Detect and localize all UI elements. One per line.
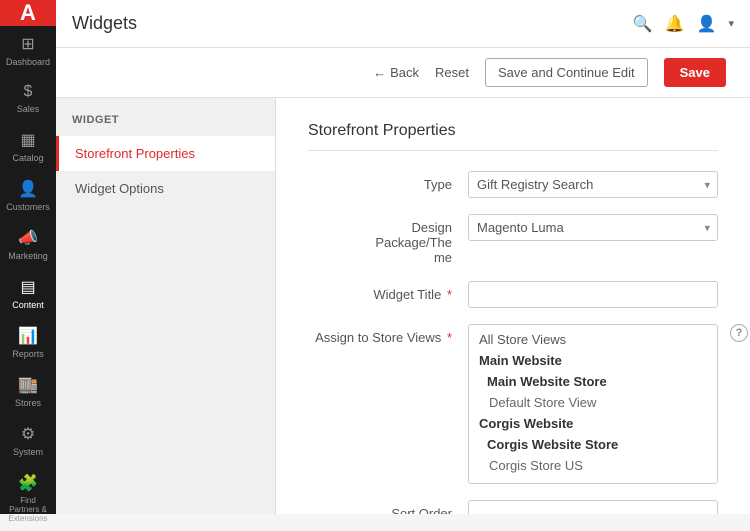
sidebar-item-extensions[interactable]: 🧩 Find Partners & Extensions — [0, 465, 56, 531]
sort-order-label: Sort Order — [308, 500, 468, 514]
marketing-icon: 📣 — [18, 228, 38, 248]
sidebar-item-dashboard[interactable]: ⊞ Dashboard — [0, 26, 56, 75]
save-continue-button[interactable]: Save and Continue Edit — [485, 58, 648, 87]
page-title: Widgets — [72, 13, 625, 34]
design-row: DesignPackage/Theme Magento Luma ▾ — [308, 214, 718, 265]
reports-icon: 📊 — [18, 326, 38, 346]
sidebar-item-label: Content — [12, 300, 44, 310]
main-area: Widgets 🔍 🔔 👤 ▾ ← Back Reset Save and Co… — [56, 0, 750, 514]
storefront-properties-title: Storefront Properties — [308, 122, 718, 151]
sidebar-item-label: Find Partners & Extensions — [4, 496, 52, 523]
sidebar-item-label: Sales — [17, 104, 40, 114]
sidebar: A ⊞ Dashboard $ Sales ▦ Catalog 👤 Custom… — [0, 0, 56, 514]
topbar-icons: 🔍 🔔 👤 ▾ — [633, 14, 734, 34]
topbar: Widgets 🔍 🔔 👤 ▾ — [56, 0, 750, 48]
content-area: WIDGET Storefront Properties Widget Opti… — [56, 98, 750, 514]
store-views-with-help: All Store Views Main Website Main Websit… — [468, 324, 748, 484]
right-panel: Storefront Properties Type Gift Registry… — [276, 98, 750, 514]
sv-main-website-store[interactable]: Main Website Store — [469, 371, 717, 392]
widget-title-label: Widget Title * — [308, 281, 468, 302]
design-select[interactable]: Magento Luma — [468, 214, 718, 241]
sidebar-item-marketing[interactable]: 📣 Marketing — [0, 220, 56, 269]
save-button[interactable]: Save — [664, 58, 726, 87]
sidebar-item-customers[interactable]: 👤 Customers — [0, 171, 56, 220]
search-icon[interactable]: 🔍 — [633, 14, 653, 34]
widget-title-control — [468, 281, 718, 308]
nav-storefront-properties[interactable]: Storefront Properties — [56, 136, 275, 171]
back-arrow-icon: ← — [373, 65, 386, 80]
sidebar-item-label: Catalog — [12, 153, 43, 163]
type-control: Gift Registry Search ▾ — [468, 171, 718, 198]
sales-icon: $ — [24, 83, 33, 101]
sv-all-store-views[interactable]: All Store Views — [469, 329, 717, 350]
assign-label: Assign to Store Views * — [308, 324, 468, 345]
store-views-control: All Store Views Main Website Main Websit… — [468, 324, 748, 484]
type-select[interactable]: Gift Registry Search — [468, 171, 718, 198]
sidebar-logo: A — [0, 0, 56, 26]
type-label: Type — [308, 171, 468, 192]
system-icon: ⚙ — [21, 424, 35, 444]
catalog-icon: ▦ — [20, 130, 35, 150]
sidebar-item-sales[interactable]: $ Sales — [0, 75, 56, 122]
widget-title-required: * — [447, 287, 452, 302]
actionbar: ← Back Reset Save and Continue Edit Save — [56, 48, 750, 98]
user-icon[interactable]: 👤 — [697, 14, 717, 34]
sidebar-item-reports[interactable]: 📊 Reports — [0, 318, 56, 367]
extensions-icon: 🧩 — [18, 473, 38, 493]
sidebar-item-label: Customers — [6, 202, 50, 212]
sort-order-row: Sort Order Sort Order of widget instance… — [308, 500, 718, 514]
nav-widget-options[interactable]: Widget Options — [56, 171, 275, 206]
sort-order-input[interactable] — [468, 500, 718, 514]
bell-icon[interactable]: 🔔 — [665, 14, 685, 34]
sidebar-item-system[interactable]: ⚙ System — [0, 416, 56, 465]
design-control: Magento Luma ▾ — [468, 214, 718, 241]
chevron-down-icon[interactable]: ▾ — [728, 17, 734, 30]
widget-title-input[interactable] — [468, 281, 718, 308]
sv-corgis-website-store[interactable]: Corgis Website Store — [469, 434, 717, 455]
stores-icon: 🏬 — [18, 375, 38, 395]
design-select-wrapper: Magento Luma ▾ — [468, 214, 718, 241]
sidebar-item-label: Dashboard — [6, 57, 50, 67]
sidebar-item-catalog[interactable]: ▦ Catalog — [0, 122, 56, 171]
sidebar-item-label: Stores — [15, 398, 41, 408]
assign-required: * — [447, 330, 452, 345]
widget-section-title: WIDGET — [56, 114, 275, 136]
content-icon: ▤ — [20, 277, 35, 297]
type-row: Type Gift Registry Search ▾ — [308, 171, 718, 198]
widget-title-row: Widget Title * — [308, 281, 718, 308]
type-select-wrapper: Gift Registry Search ▾ — [468, 171, 718, 198]
back-button[interactable]: ← Back — [373, 65, 419, 80]
customers-icon: 👤 — [18, 179, 38, 199]
sv-corgis-website[interactable]: Corgis Website — [469, 413, 717, 434]
sidebar-item-label: Marketing — [8, 251, 48, 261]
sidebar-item-stores[interactable]: 🏬 Stores — [0, 367, 56, 416]
sidebar-item-label: Reports — [12, 349, 44, 359]
reset-button[interactable]: Reset — [435, 65, 469, 80]
store-views-row: Assign to Store Views * All Store Views … — [308, 324, 718, 484]
store-views-list[interactable]: All Store Views Main Website Main Websit… — [468, 324, 718, 484]
sort-order-control: Sort Order of widget instances in the sa… — [468, 500, 718, 514]
left-panel: WIDGET Storefront Properties Widget Opti… — [56, 98, 276, 514]
sidebar-item-label: System — [13, 447, 43, 457]
sv-main-website[interactable]: Main Website — [469, 350, 717, 371]
dashboard-icon: ⊞ — [21, 34, 34, 54]
sv-corgis-store-us[interactable]: Corgis Store US — [469, 455, 717, 476]
sidebar-item-content[interactable]: ▤ Content — [0, 269, 56, 318]
sv-default-store-view[interactable]: Default Store View — [469, 392, 717, 413]
store-views-help-icon[interactable]: ? — [730, 324, 748, 342]
design-label: DesignPackage/Theme — [308, 214, 468, 265]
